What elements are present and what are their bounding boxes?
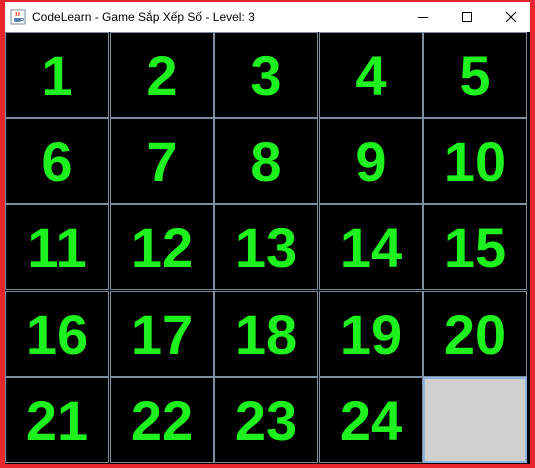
puzzle-tile[interactable]: 2 — [110, 32, 214, 118]
puzzle-tile[interactable]: 4 — [319, 32, 423, 118]
puzzle-board: 1 2 3 4 5 6 7 8 9 10 11 12 13 14 15 16 17 18 19 20 21 22 23 24 — [5, 32, 530, 464]
puzzle-tile[interactable]: 12 — [110, 204, 214, 290]
puzzle-tile[interactable]: 18 — [214, 291, 318, 377]
puzzle-tile[interactable]: 13 — [214, 204, 318, 290]
game-window: CodeLearn - Game Sắp Xếp Số - Level: 3 1… — [0, 0, 535, 468]
title-bar[interactable]: CodeLearn - Game Sắp Xếp Số - Level: 3 — [5, 2, 530, 32]
maximize-button[interactable] — [445, 2, 489, 32]
minimize-icon — [418, 17, 428, 18]
puzzle-tile[interactable]: 17 — [110, 291, 214, 377]
puzzle-tile[interactable]: 7 — [110, 118, 214, 204]
puzzle-tile[interactable]: 16 — [5, 291, 109, 377]
puzzle-tile[interactable]: 10 — [423, 118, 527, 204]
puzzle-tile[interactable]: 5 — [423, 32, 527, 118]
puzzle-tile[interactable]: 11 — [5, 204, 109, 290]
puzzle-tile[interactable]: 19 — [319, 291, 423, 377]
puzzle-tile[interactable]: 24 — [319, 377, 423, 463]
java-cup-icon — [10, 9, 26, 25]
close-icon — [505, 11, 517, 23]
puzzle-tile[interactable]: 9 — [319, 118, 423, 204]
puzzle-tile[interactable]: 23 — [214, 377, 318, 463]
puzzle-tile[interactable]: 22 — [110, 377, 214, 463]
puzzle-tile[interactable]: 3 — [214, 32, 318, 118]
minimize-button[interactable] — [401, 2, 445, 32]
puzzle-tile[interactable]: 20 — [423, 291, 527, 377]
empty-tile[interactable] — [423, 377, 527, 463]
puzzle-tile[interactable]: 21 — [5, 377, 109, 463]
maximize-icon — [462, 12, 472, 22]
puzzle-tile[interactable]: 15 — [423, 204, 527, 290]
window-title: CodeLearn - Game Sắp Xếp Số - Level: 3 — [32, 10, 255, 24]
puzzle-tile[interactable]: 14 — [319, 204, 423, 290]
close-button[interactable] — [489, 2, 533, 32]
puzzle-tile[interactable]: 8 — [214, 118, 318, 204]
puzzle-tile[interactable]: 1 — [5, 32, 109, 118]
puzzle-tile[interactable]: 6 — [5, 118, 109, 204]
